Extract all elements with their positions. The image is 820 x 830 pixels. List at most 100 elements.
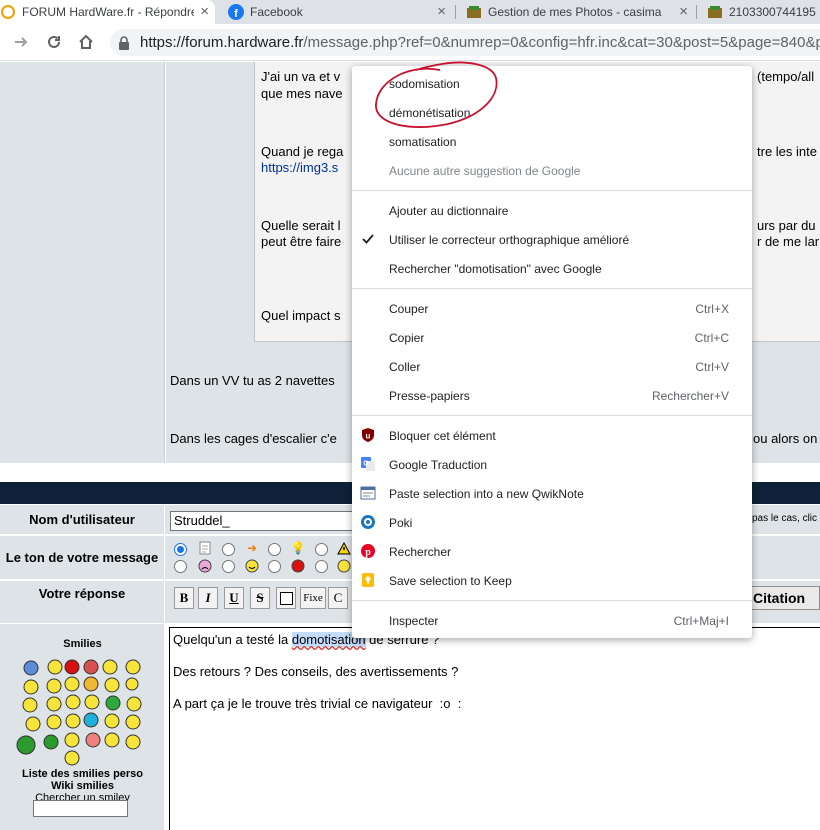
- smiley-icon: [65, 694, 81, 710]
- tone-radio[interactable]: [174, 543, 187, 556]
- svg-text:u: u: [366, 432, 371, 441]
- close-icon[interactable]: ×: [200, 3, 209, 20]
- smiley-icon: [83, 676, 99, 692]
- shortcut-label: Ctrl+C: [694, 330, 729, 345]
- quote-line-fragment: r de me lar: [757, 234, 820, 249]
- citation-button[interactable]: Citation: [748, 586, 820, 610]
- url-host: https://forum.hardware.fr: [140, 34, 304, 51]
- quote-line: peut être faire: [261, 234, 342, 249]
- tone-radio[interactable]: [222, 560, 235, 573]
- smiley-icon: [65, 713, 81, 729]
- quote-line: J'ai un va et v: [261, 69, 341, 84]
- suggestion-item[interactable]: démonétisation: [352, 98, 752, 127]
- suggestion-item[interactable]: sodomisation: [352, 69, 752, 98]
- casimages-icon: [466, 4, 482, 20]
- username-field[interactable]: Struddel_: [170, 511, 370, 531]
- pinterest-icon: p: [360, 543, 376, 559]
- poki-item[interactable]: Poki: [352, 508, 752, 537]
- google-translate-item[interactable]: G Google Traduction: [352, 450, 752, 479]
- strike-button[interactable]: S: [250, 587, 270, 609]
- quote-link[interactable]: https://img3.s: [261, 160, 338, 176]
- bold-button[interactable]: B: [174, 587, 194, 609]
- lightbulb-icon: 💡: [290, 541, 306, 555]
- shortcut-label: Ctrl+V: [695, 359, 729, 374]
- menu-label: Paste selection into a new QwikNote: [389, 486, 584, 501]
- reload-icon[interactable]: [44, 32, 64, 52]
- tone-radio[interactable]: [222, 543, 235, 556]
- inspect-item[interactable]: Inspecter Ctrl+Maj+I: [352, 606, 752, 635]
- post-paragraph: Dans un VV tu as 2 navettes: [170, 373, 335, 388]
- enhanced-spellcheck-item[interactable]: Utiliser le correcteur orthographique am…: [352, 225, 752, 254]
- menu-label: Couper: [389, 301, 429, 316]
- keep-icon: [360, 572, 376, 588]
- shortcut-label: Rechercher+V: [651, 388, 729, 403]
- tone-radio[interactable]: [174, 560, 187, 573]
- smiley-icon: [105, 695, 121, 711]
- home-icon[interactable]: [76, 32, 96, 52]
- suggestion-item[interactable]: somatisation: [352, 127, 752, 156]
- casimages-icon: [707, 4, 723, 20]
- tone-radio[interactable]: [268, 543, 281, 556]
- url-path: /message.php?ref=0&numrep=0&config=hfr.i…: [303, 34, 820, 51]
- tab-title: Gestion de mes Photos - casima: [488, 5, 662, 19]
- copy-item[interactable]: Copier Ctrl+C: [352, 323, 752, 352]
- menu-label: Google Traduction: [389, 457, 488, 472]
- post-author-column: [0, 62, 165, 463]
- code-button[interactable]: C: [328, 587, 348, 609]
- smiley-icon: [46, 678, 62, 694]
- editor-line: A part ça je le trouve très trivial ce n…: [173, 696, 462, 711]
- fixed-button[interactable]: Fixe: [300, 587, 326, 609]
- italic-button[interactable]: I: [198, 587, 218, 609]
- save-to-keep-item[interactable]: Save selection to Keep: [352, 566, 752, 595]
- smiley-icon: [104, 732, 120, 748]
- post-paragraph-fragment: ou alors on: [753, 431, 818, 446]
- angry-smiley-icon: [291, 559, 305, 573]
- tab-facebook[interactable]: f Facebook ×: [220, 0, 452, 24]
- url-input[interactable]: https://forum.hardware.fr/message.php?re…: [110, 29, 820, 56]
- menu-label: Coller: [389, 359, 421, 374]
- smiley-search-input[interactable]: [33, 800, 128, 817]
- block-element-item[interactable]: u Bloquer cet élément: [352, 421, 752, 450]
- add-to-dictionary-item[interactable]: Ajouter au dictionnaire: [352, 196, 752, 225]
- smilies-wiki-link[interactable]: Wiki smilies: [0, 780, 165, 792]
- smilies-perso-link[interactable]: Liste des smilies perso: [0, 768, 165, 780]
- search-google-item[interactable]: Rechercher "domotisation" avec Google: [352, 254, 752, 283]
- tone-radio[interactable]: [315, 560, 328, 573]
- quote-line-fragment: urs par du: [757, 218, 816, 233]
- qwiknote-item[interactable]: Paste selection into a new QwikNote: [352, 479, 752, 508]
- tone-radio[interactable]: [268, 560, 281, 573]
- tab-casimages-2[interactable]: 2103300744195: [703, 0, 820, 24]
- tone-radio[interactable]: [315, 543, 328, 556]
- smiley-icon: [125, 659, 141, 675]
- suggestion-label: somatisation: [389, 134, 457, 149]
- close-icon[interactable]: ×: [437, 3, 446, 20]
- smiley-icon: [85, 732, 101, 748]
- smilies-grid[interactable]: [0, 658, 165, 768]
- tab-separator: [455, 5, 456, 19]
- underline-button[interactable]: U: [224, 587, 244, 609]
- smiley-icon: [64, 750, 80, 766]
- close-icon[interactable]: ×: [679, 3, 688, 20]
- clipboard-item[interactable]: Presse-papiers Rechercher+V: [352, 381, 752, 410]
- smiley-icon: [64, 732, 80, 748]
- paste-item[interactable]: Coller Ctrl+V: [352, 352, 752, 381]
- pinterest-search-item[interactable]: p Rechercher: [352, 537, 752, 566]
- menu-label: Bloquer cet élément: [389, 428, 496, 443]
- cut-item[interactable]: Couper Ctrl+X: [352, 294, 752, 323]
- menu-label: Ajouter au dictionnaire: [389, 203, 509, 218]
- qwiknote-icon: [360, 485, 376, 501]
- smiley-icon: [46, 696, 62, 712]
- tab-forum[interactable]: FORUM HardWare.fr - Répondre ×: [0, 0, 215, 24]
- tab-separator: [696, 5, 697, 19]
- forward-icon[interactable]: [11, 32, 31, 52]
- context-menu: sodomisation démonétisation somatisation…: [352, 66, 752, 638]
- tab-casimages[interactable]: Gestion de mes Photos - casima ×: [462, 0, 694, 24]
- quote-line: Quand je rega: [261, 144, 344, 159]
- reply-textarea[interactable]: Quelqu'un a testé la domotisation de ser…: [169, 627, 820, 830]
- smiley-icon: [125, 677, 139, 691]
- smiley-icon: [125, 714, 141, 730]
- menu-label: Save selection to Keep: [389, 573, 512, 588]
- color-button[interactable]: [276, 587, 296, 609]
- smiley-icon: [84, 694, 100, 710]
- smiley-icon: [125, 734, 141, 750]
